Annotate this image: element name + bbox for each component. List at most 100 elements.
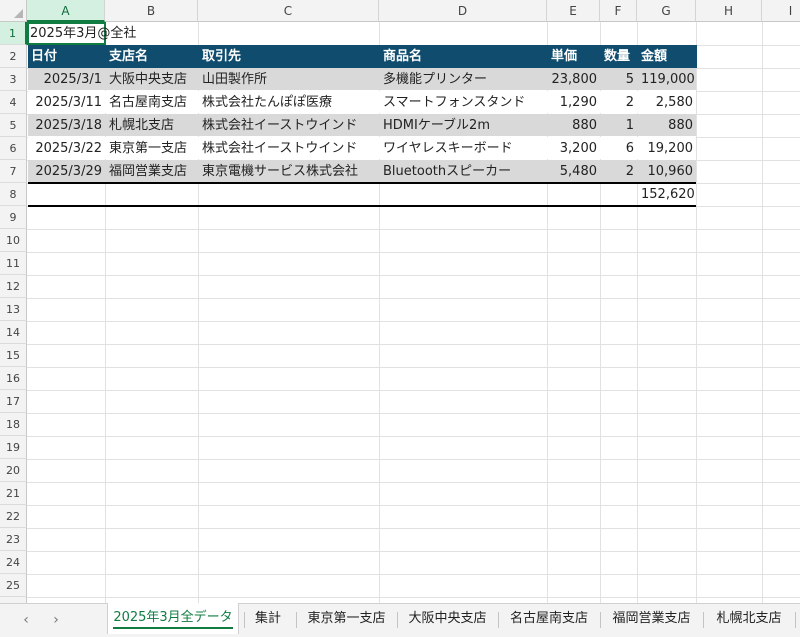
column-header-b[interactable]: B <box>105 0 198 22</box>
cell-c7[interactable]: 東京電機サービス株式会社 <box>199 160 379 183</box>
row-header-3[interactable]: 3 <box>0 68 27 91</box>
tab-separator <box>795 612 796 628</box>
cell-f7[interactable]: 2 <box>601 160 637 183</box>
cell-d5[interactable]: HDMIケーブル2m <box>380 114 547 137</box>
prev-sheet-icon[interactable]: ‹ <box>18 612 34 628</box>
cell-g7[interactable]: 10,960 <box>638 160 696 183</box>
sheet-tab-6[interactable]: 福岡営業支店 <box>600 604 703 634</box>
cell-b3[interactable]: 大阪中央支店 <box>106 68 198 91</box>
column-header-c[interactable]: C <box>198 0 379 22</box>
row-gridline <box>27 505 800 506</box>
cell-g5[interactable]: 880 <box>638 114 696 137</box>
header-cell-b[interactable]: 支店名 <box>106 45 199 68</box>
cell-e6[interactable]: 3,200 <box>548 137 600 160</box>
row-header-12[interactable]: 12 <box>0 275 27 298</box>
sheet-tab-1[interactable]: 2025年3月全データ <box>107 603 239 634</box>
row-header-11[interactable]: 11 <box>0 252 27 275</box>
row-header-19[interactable]: 19 <box>0 436 27 459</box>
cell-b4[interactable]: 名古屋南支店 <box>106 91 198 114</box>
column-gridline <box>762 22 763 603</box>
cell-a4[interactable]: 2025/3/11 <box>28 91 105 114</box>
row-header-18[interactable]: 18 <box>0 413 27 436</box>
cell-g4[interactable]: 2,580 <box>638 91 696 114</box>
cell-f6[interactable]: 6 <box>601 137 637 160</box>
cell-b7[interactable]: 福岡営業支店 <box>106 160 198 183</box>
row-header-22[interactable]: 22 <box>0 505 27 528</box>
column-header-d[interactable]: D <box>379 0 547 22</box>
header-cell-d[interactable]: 商品名 <box>380 45 548 68</box>
cell-a6[interactable]: 2025/3/22 <box>28 137 105 160</box>
cell-f3[interactable]: 5 <box>601 68 637 91</box>
tab-separator <box>600 612 601 628</box>
row-header-8[interactable]: 8 <box>0 183 27 206</box>
cell-d7[interactable]: Bluetoothスピーカー <box>380 160 547 183</box>
header-cell-g[interactable]: 金額 <box>638 45 697 68</box>
sheet-tab-2[interactable]: 集計 <box>244 604 292 634</box>
column-header-a[interactable]: A <box>27 0 105 22</box>
sheet-tab-3[interactable]: 東京第一支店 <box>296 604 397 634</box>
header-cell-c[interactable]: 取引先 <box>199 45 380 68</box>
cell-e4[interactable]: 1,290 <box>548 91 600 114</box>
cell-g6[interactable]: 19,200 <box>638 137 696 160</box>
row-header-21[interactable]: 21 <box>0 482 27 505</box>
cell-c4[interactable]: 株式会社たんぽぽ医療 <box>199 91 379 114</box>
row-gridline <box>27 344 800 345</box>
row-gridline <box>27 252 800 253</box>
row-gridline <box>27 597 800 598</box>
cell-e7[interactable]: 5,480 <box>548 160 600 183</box>
row-header-2[interactable]: 2 <box>0 45 27 68</box>
total-amount-cell[interactable]: 152,620 <box>638 183 696 206</box>
row-header-16[interactable]: 16 <box>0 367 27 390</box>
cell-d3[interactable]: 多機能プリンター <box>380 68 547 91</box>
cell-f4[interactable]: 2 <box>601 91 637 114</box>
column-header-i[interactable]: I <box>762 0 800 22</box>
row-header-24[interactable]: 24 <box>0 551 27 574</box>
cell-d4[interactable]: スマートフォンスタンド <box>380 91 547 114</box>
next-sheet-icon[interactable]: › <box>48 612 64 628</box>
cell-c5[interactable]: 株式会社イーストウインド <box>199 114 379 137</box>
cell-f5[interactable]: 1 <box>601 114 637 137</box>
select-all-corner[interactable] <box>0 0 27 22</box>
cell-e5[interactable]: 880 <box>548 114 600 137</box>
row-header-25[interactable]: 25 <box>0 574 27 597</box>
column-header-e[interactable]: E <box>547 0 600 22</box>
row-header-20[interactable]: 20 <box>0 459 27 482</box>
cell-c3[interactable]: 山田製作所 <box>199 68 379 91</box>
cell-e3[interactable]: 23,800 <box>548 68 600 91</box>
tab-separator <box>296 612 297 628</box>
row-header-5[interactable]: 5 <box>0 114 27 137</box>
header-cell-f[interactable]: 数量 <box>601 45 638 68</box>
row-header-4[interactable]: 4 <box>0 91 27 114</box>
row-gridline <box>27 574 800 575</box>
column-header-g[interactable]: G <box>637 0 696 22</box>
sheet-tab-5[interactable]: 名古屋南支店 <box>498 604 600 634</box>
cell-g3[interactable]: 119,000 <box>638 68 696 91</box>
cell-b6[interactable]: 東京第一支店 <box>106 137 198 160</box>
row-header-6[interactable]: 6 <box>0 137 27 160</box>
row-header-7[interactable]: 7 <box>0 160 27 183</box>
cell-a1[interactable]: 2025年3月@全社 <box>30 22 136 45</box>
row-header-9[interactable]: 9 <box>0 206 27 229</box>
row-header-17[interactable]: 17 <box>0 390 27 413</box>
row-header-10[interactable]: 10 <box>0 229 27 252</box>
row-gridline <box>27 321 800 322</box>
row-header-23[interactable]: 23 <box>0 528 27 551</box>
header-cell-e[interactable]: 単価 <box>548 45 601 68</box>
row-header-1[interactable]: 1 <box>0 22 27 45</box>
cell-b5[interactable]: 札幌北支店 <box>106 114 198 137</box>
sheet-tab-4[interactable]: 大阪中央支店 <box>397 604 498 634</box>
column-header-h[interactable]: H <box>696 0 762 22</box>
row-header-13[interactable]: 13 <box>0 298 27 321</box>
cell-a5[interactable]: 2025/3/18 <box>28 114 105 137</box>
row-header-14[interactable]: 14 <box>0 321 27 344</box>
cell-c6[interactable]: 株式会社イーストウインド <box>199 137 379 160</box>
header-cell-a[interactable]: 日付 <box>28 45 106 68</box>
cell-a3[interactable]: 2025/3/1 <box>28 68 105 91</box>
row-header-15[interactable]: 15 <box>0 344 27 367</box>
cell-d6[interactable]: ワイヤレスキーボード <box>380 137 547 160</box>
column-header-f[interactable]: F <box>600 0 637 22</box>
spreadsheet-grid[interactable]: ABCDEFGHI 1 2 3 4 5 6 7 8 9 10 11 12 13 14 15 16 17 18 19 2… <box>0 0 800 603</box>
sheet-tab-label: 札幌北支店 <box>716 611 782 626</box>
sheet-tab-7[interactable]: 札幌北支店 <box>703 604 795 634</box>
cell-a7[interactable]: 2025/3/29 <box>28 160 105 183</box>
